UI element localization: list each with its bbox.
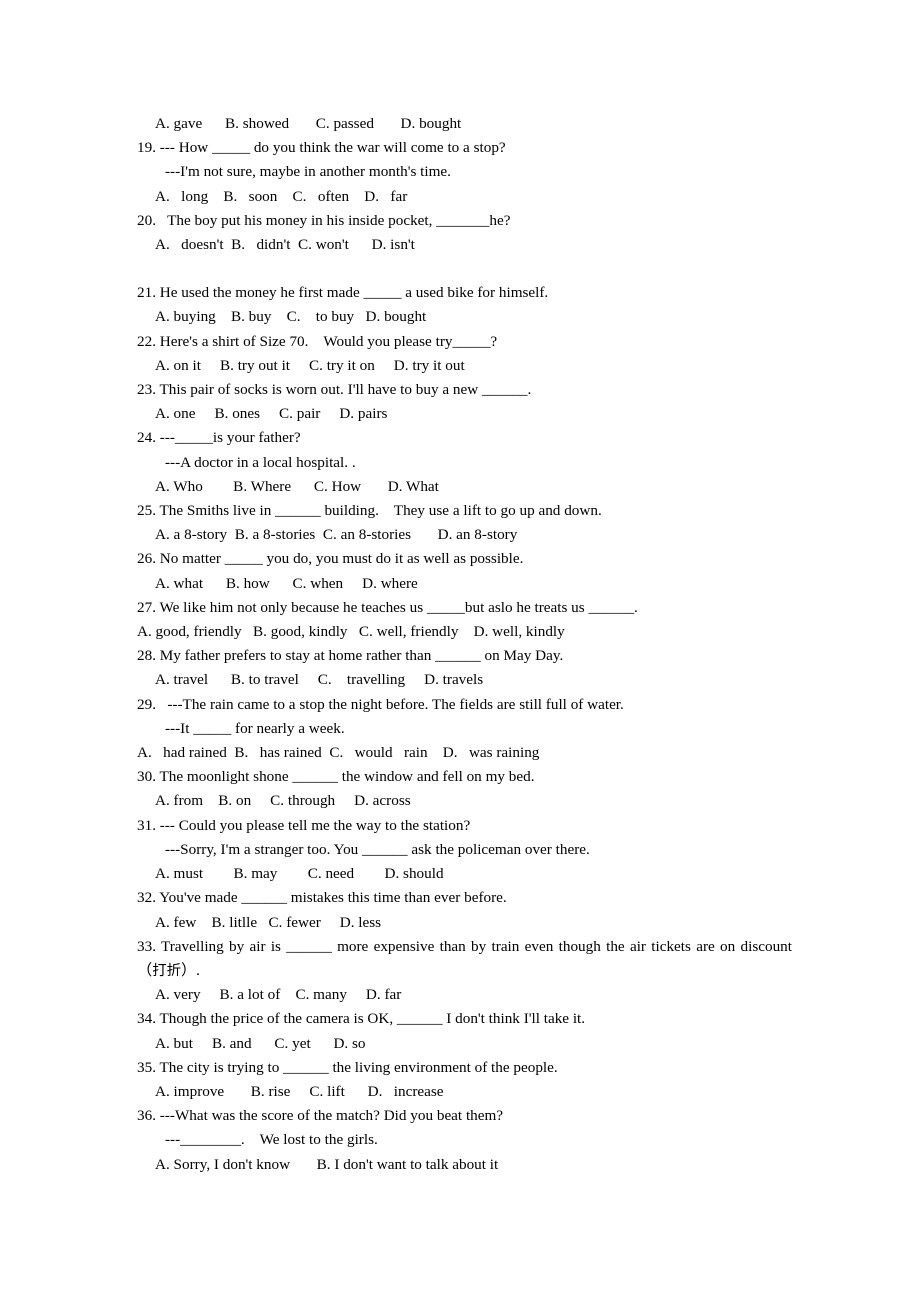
question-21-stem: 21. He used the money he first made ____… bbox=[137, 284, 549, 302]
question-36-reply: ---________. We lost to the girls. bbox=[165, 1131, 378, 1149]
question-29-options: A. had rained B. has rained C. would rai… bbox=[137, 744, 540, 762]
question-27-stem: 27. We like him not only because he teac… bbox=[137, 598, 638, 616]
question-29-stem: 29. ---The rain came to a stop the night… bbox=[137, 695, 624, 713]
question-34-stem: 34. Though the price of the camera is OK… bbox=[137, 1010, 586, 1028]
question-28-options: A. travel B. to travel C. travelling D. … bbox=[155, 671, 484, 689]
question-24-options: A. Who B. Where C. How D. What bbox=[155, 477, 439, 495]
document-page: A. gave B. showed C. passed D. bought 19… bbox=[0, 0, 920, 1302]
question-33-stem-tail: ）. bbox=[180, 961, 200, 979]
question-33-stem: 33. Travelling by air is ______ more exp… bbox=[137, 935, 792, 983]
question-35-options: A. improve B. rise C. lift D. increase bbox=[155, 1082, 444, 1100]
question-36-stem: 36. ---What was the score of the match? … bbox=[137, 1107, 504, 1125]
question-19-stem: 19. --- How _____ do you think the war w… bbox=[137, 139, 506, 157]
question-32-options: A. few B. litlle C. fewer D. less bbox=[155, 913, 382, 931]
question-23-stem: 23. This pair of socks is worn out. I'll… bbox=[137, 381, 532, 399]
question-34-options: A. but B. and C. yet D. so bbox=[155, 1034, 366, 1052]
worksheet-body: A. gave B. showed C. passed D. bought 19… bbox=[137, 112, 792, 1177]
question-22-stem: 22. Here's a shirt of Size 70. Would you… bbox=[137, 332, 498, 350]
question-26-options: A. what B. how C. when D. where bbox=[155, 574, 418, 592]
question-31-options: A. must B. may C. need D. should bbox=[155, 865, 444, 883]
question-31-reply: ---Sorry, I'm a stranger too. You ______… bbox=[165, 840, 590, 858]
question-31-stem: 31. --- Could you please tell me the way… bbox=[137, 816, 471, 834]
question-20-options: A. doesn't B. didn't C. won't D. isn't bbox=[155, 236, 415, 254]
question-20-stem: 20. The boy put his money in his inside … bbox=[137, 211, 511, 229]
question-25-stem: 25. The Smiths live in ______ building. … bbox=[137, 502, 602, 520]
question-33-chinese-gloss: 打折 bbox=[152, 962, 181, 979]
question-33-options: A. very B. a lot of C. many D. far bbox=[155, 986, 402, 1004]
question-32-stem: 32. You've made ______ mistakes this tim… bbox=[137, 889, 507, 907]
question-18-options: A. gave B. showed C. passed D. bought bbox=[155, 115, 462, 132]
question-36-options: A. Sorry, I don't know B. I don't want t… bbox=[155, 1155, 499, 1173]
question-27-options: A. good, friendly B. good, kindly C. wel… bbox=[137, 623, 565, 641]
question-30-options: A. from B. on C. through D. across bbox=[155, 792, 411, 810]
question-24-stem: 24. ---_____is your father? bbox=[137, 429, 301, 447]
question-29-reply: ---It _____ for nearly a week. bbox=[165, 719, 345, 737]
question-22-options: A. on it B. try out it C. try it on D. t… bbox=[155, 356, 465, 374]
question-21-options: A. buying B. buy C. to buy D. bought bbox=[155, 308, 427, 326]
question-28-stem: 28. My father prefers to stay at home ra… bbox=[137, 647, 564, 665]
question-30-stem: 30. The moonlight shone ______ the windo… bbox=[137, 768, 535, 786]
question-24-reply: ---A doctor in a local hospital. . bbox=[165, 453, 356, 471]
question-35-stem: 35. The city is trying to ______ the liv… bbox=[137, 1058, 558, 1076]
question-26-stem: 26. No matter _____ you do, you must do … bbox=[137, 550, 524, 568]
question-19-reply: ---I'm not sure, maybe in another month'… bbox=[165, 163, 451, 181]
question-19-options: A. long B. soon C. often D. far bbox=[155, 187, 408, 205]
question-23-options: A. one B. ones C. pair D. pairs bbox=[155, 405, 388, 423]
question-25-options: A. a 8-story B. a 8-stories C. an 8-stor… bbox=[155, 526, 518, 544]
question-33-stem-head: 33. Travelling by air is ______ more exp… bbox=[137, 937, 792, 979]
